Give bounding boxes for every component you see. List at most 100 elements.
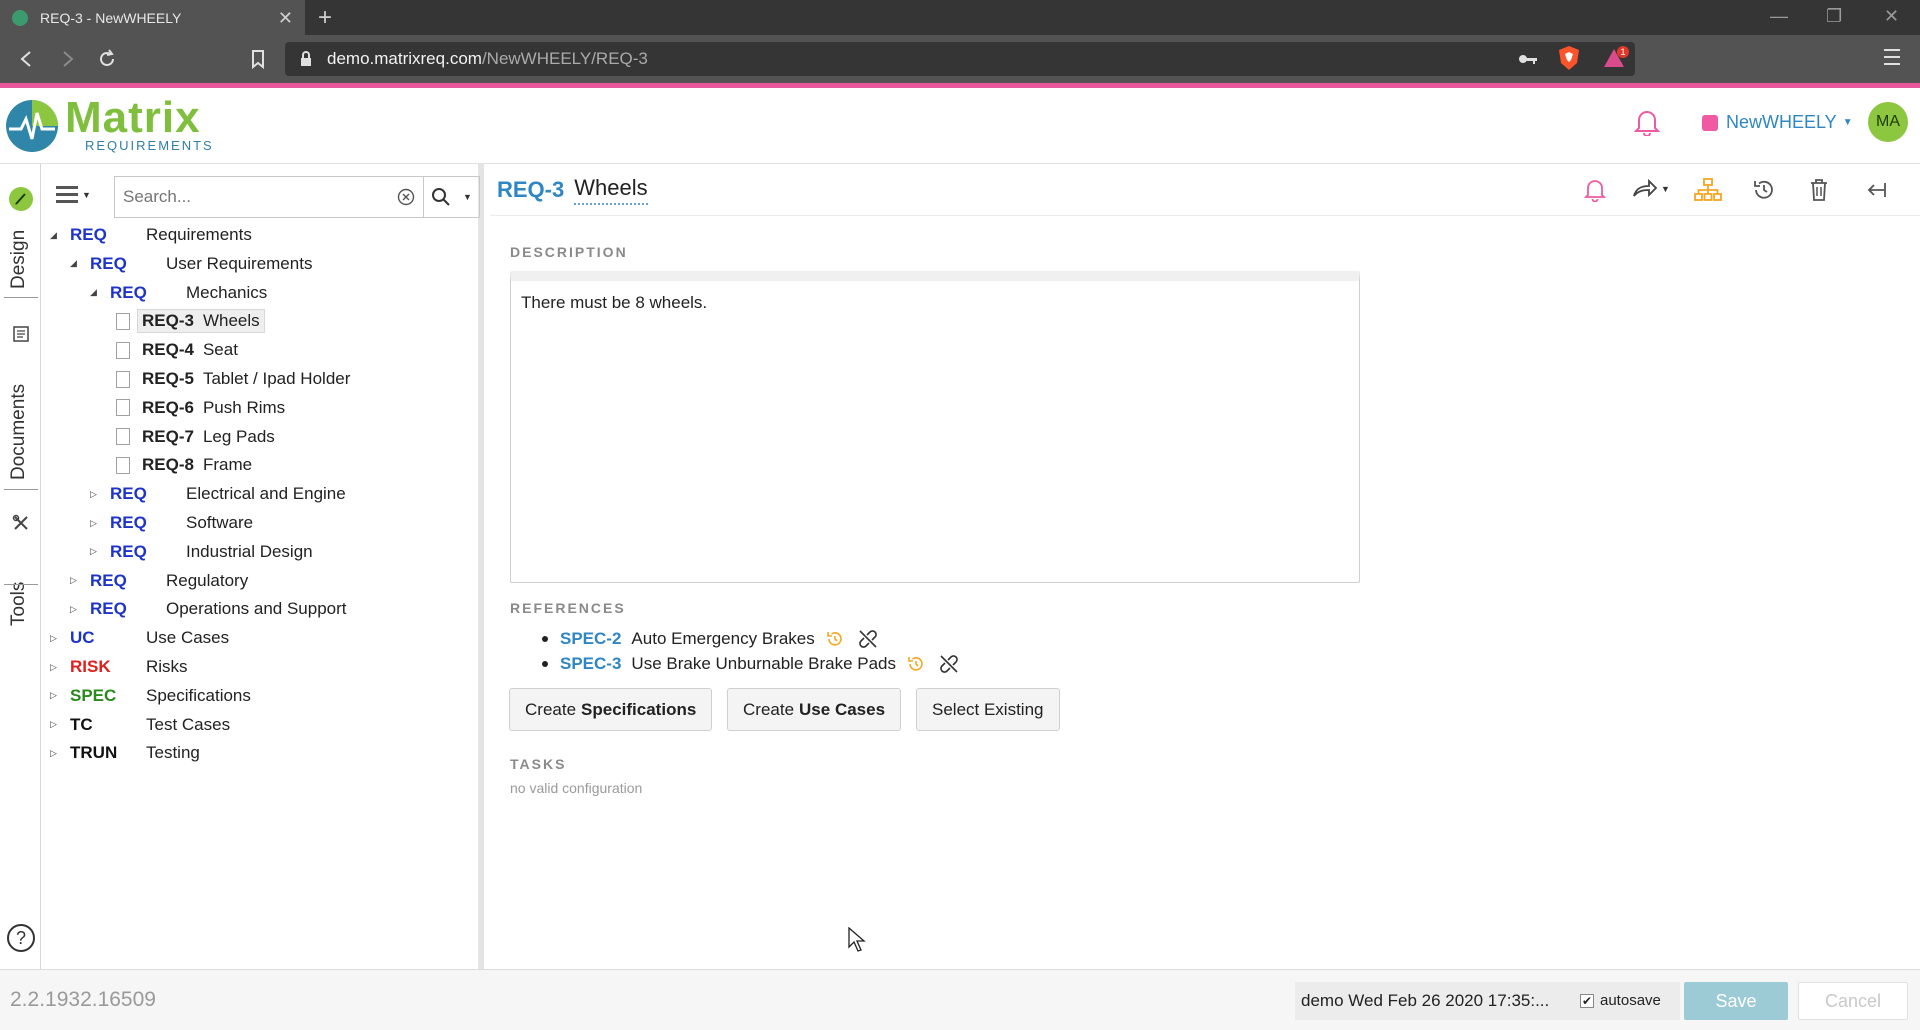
url-bar[interactable]: demo.matrixreq.com/NewWHEELY/REQ-3 — [285, 42, 1635, 76]
rail-divider — [4, 297, 38, 298]
brave-rewards-icon[interactable]: 1 — [1602, 45, 1630, 71]
collapsed-toggle-icon[interactable]: ▷ — [70, 604, 84, 615]
expanded-toggle-icon[interactable]: ◢ — [70, 258, 84, 269]
item-title[interactable]: Wheels — [574, 175, 648, 205]
forward-icon[interactable] — [56, 48, 78, 70]
tree-folder[interactable]: ▷ TC Test Cases — [50, 712, 230, 738]
browser-tab[interactable]: REQ-3 - NewWHEELY ✕ — [0, 0, 305, 35]
tree-item-req-5[interactable]: REQ-5 Tablet / Ipad Holder — [112, 366, 350, 392]
back-icon[interactable] — [16, 48, 38, 70]
tree-menu-button[interactable]: ▼ — [56, 186, 91, 203]
create-specifications-button[interactable]: Create Specifications — [509, 688, 713, 731]
tree-folder[interactable]: ▷ REQ Regulatory — [70, 568, 248, 594]
close-tab-icon[interactable]: ✕ — [278, 9, 293, 27]
expanded-toggle-icon[interactable]: ◢ — [90, 287, 104, 298]
document-item-icon — [116, 370, 130, 388]
minimize-icon[interactable]: — — [1770, 6, 1788, 27]
logo-text: Matrix — [65, 93, 201, 142]
matrix-logo[interactable]: Matrix REQUIREMENTS — [5, 93, 214, 153]
reference-id-link[interactable]: SPEC-3 — [560, 654, 621, 674]
tree-item-req-6[interactable]: REQ-6 Push Rims — [112, 395, 285, 421]
tree-folder[interactable]: ▷ REQ Software — [90, 510, 253, 536]
button-prefix: Create — [743, 699, 795, 719]
tree-folder[interactable]: ▷ SPEC Specifications — [50, 683, 251, 709]
tree-folder[interactable]: ▷ REQ Electrical and Engine — [90, 481, 346, 507]
tree-item-label: Leg Pads — [202, 426, 275, 446]
collapsed-toggle-icon[interactable]: ▷ — [50, 662, 64, 673]
collapsed-toggle-icon[interactable]: ▷ — [50, 690, 64, 701]
reference-history-icon[interactable] — [906, 654, 926, 674]
collapsed-toggle-icon[interactable]: ▷ — [50, 719, 64, 730]
watch-item-bell-icon[interactable] — [1584, 178, 1606, 202]
description-label: DESCRIPTION — [510, 244, 628, 260]
tree-folder[interactable]: ▷ REQ Operations and Support — [70, 596, 347, 622]
reference-title[interactable]: Use Brake Unburnable Brake Pads — [631, 654, 896, 674]
clear-search-icon[interactable] — [397, 188, 415, 206]
browser-menu-icon[interactable] — [1884, 49, 1900, 65]
reference-history-icon[interactable] — [825, 629, 845, 649]
delete-icon[interactable] — [1808, 178, 1830, 202]
tree-item-label-box: REQ-6 Push Rims — [142, 398, 285, 418]
collapsed-toggle-icon[interactable]: ▷ — [50, 633, 64, 644]
button-bold-label: Use Cases — [799, 699, 886, 719]
search-button[interactable]: ▼ — [424, 176, 480, 218]
select-existing-button[interactable]: Select Existing — [916, 688, 1060, 731]
traceability-tree-icon[interactable] — [1694, 178, 1722, 202]
autosave-checkbox[interactable]: ✔ — [1580, 993, 1594, 1008]
tree-folder[interactable]: ◢ REQ Mechanics — [90, 280, 267, 306]
tree-folder-label: Testing — [146, 743, 200, 763]
expanded-toggle-icon[interactable]: ◢ — [50, 230, 64, 241]
bookmark-icon[interactable] — [247, 48, 269, 70]
tasks-status: no valid configuration — [510, 780, 643, 796]
autosave-toggle[interactable]: ✔ autosave — [1580, 992, 1661, 1009]
tree-item-req-7[interactable]: REQ-7 Leg Pads — [112, 424, 275, 450]
save-button[interactable]: Save — [1684, 982, 1788, 1020]
collapsed-toggle-icon[interactable]: ▷ — [50, 748, 64, 759]
brave-shield-icon[interactable] — [1557, 45, 1581, 71]
tree-folder[interactable]: ◢ REQ Requirements — [50, 222, 252, 248]
bullet — [542, 636, 548, 642]
collapsed-toggle-icon[interactable]: ▷ — [90, 546, 104, 557]
share-menu-button[interactable]: ▼ — [1632, 178, 1670, 200]
help-icon[interactable]: ? — [7, 924, 35, 952]
collapsed-toggle-icon[interactable]: ▷ — [90, 518, 104, 529]
project-selector[interactable]: NewWHEELY ▼ — [1702, 112, 1853, 133]
rail-tab-design[interactable]: Design — [0, 164, 41, 294]
create-use-cases-button[interactable]: Create Use Cases — [727, 688, 902, 731]
rail-tab-documents[interactable]: Documents — [0, 304, 41, 484]
description-editor[interactable]: There must be 8 wheels. — [510, 271, 1360, 583]
new-tab-icon[interactable]: + — [318, 4, 332, 32]
tree-folder[interactable]: ▷ RISK Risks — [50, 654, 188, 680]
chevron-down-icon: ▼ — [463, 192, 472, 202]
window-close-icon[interactable]: ✕ — [1884, 6, 1899, 27]
tree-item-req-8[interactable]: REQ-8 Frame — [112, 452, 252, 478]
tree-folder[interactable]: ◢ REQ User Requirements — [70, 251, 312, 277]
history-icon[interactable] — [1752, 178, 1776, 202]
reload-icon[interactable] — [96, 48, 118, 70]
notifications-bell-icon[interactable] — [1634, 108, 1660, 136]
unlink-icon[interactable] — [857, 628, 879, 650]
collapse-panel-icon[interactable] — [1864, 178, 1888, 202]
tree-folder-label: Risks — [146, 657, 188, 676]
tree-category-code: REQ — [110, 282, 147, 302]
restore-icon[interactable]: ❐ — [1826, 6, 1842, 27]
user-avatar[interactable]: MA — [1868, 102, 1908, 142]
collapsed-toggle-icon[interactable]: ▷ — [70, 575, 84, 586]
tree-search-input[interactable] — [123, 187, 397, 207]
tree-category-code: SPEC — [70, 685, 117, 705]
tree-folder[interactable]: ▷ UC Use Cases — [50, 625, 229, 651]
tree-item-req-4[interactable]: REQ-4 Seat — [112, 337, 238, 363]
tree-folder[interactable]: ▷ TRUN Testing — [50, 740, 200, 766]
collapsed-toggle-icon[interactable]: ▷ — [90, 489, 104, 500]
reference-title[interactable]: Auto Emergency Brakes — [631, 629, 814, 649]
unlink-icon[interactable] — [938, 653, 960, 675]
document-icon — [13, 326, 29, 342]
tree-folder[interactable]: ▷ REQ Industrial Design — [90, 539, 313, 565]
reference-id-link[interactable]: SPEC-2 — [560, 629, 621, 649]
cancel-button[interactable]: Cancel — [1798, 982, 1908, 1020]
key-icon[interactable] — [1518, 51, 1538, 67]
tree-category-code: REQ — [70, 225, 107, 244]
tree-item-req-3[interactable]: REQ-3 Wheels — [112, 308, 265, 334]
rail-tab-tools[interactable]: Tools — [0, 494, 41, 634]
tree-folder-label: Operations and Support — [166, 599, 347, 619]
